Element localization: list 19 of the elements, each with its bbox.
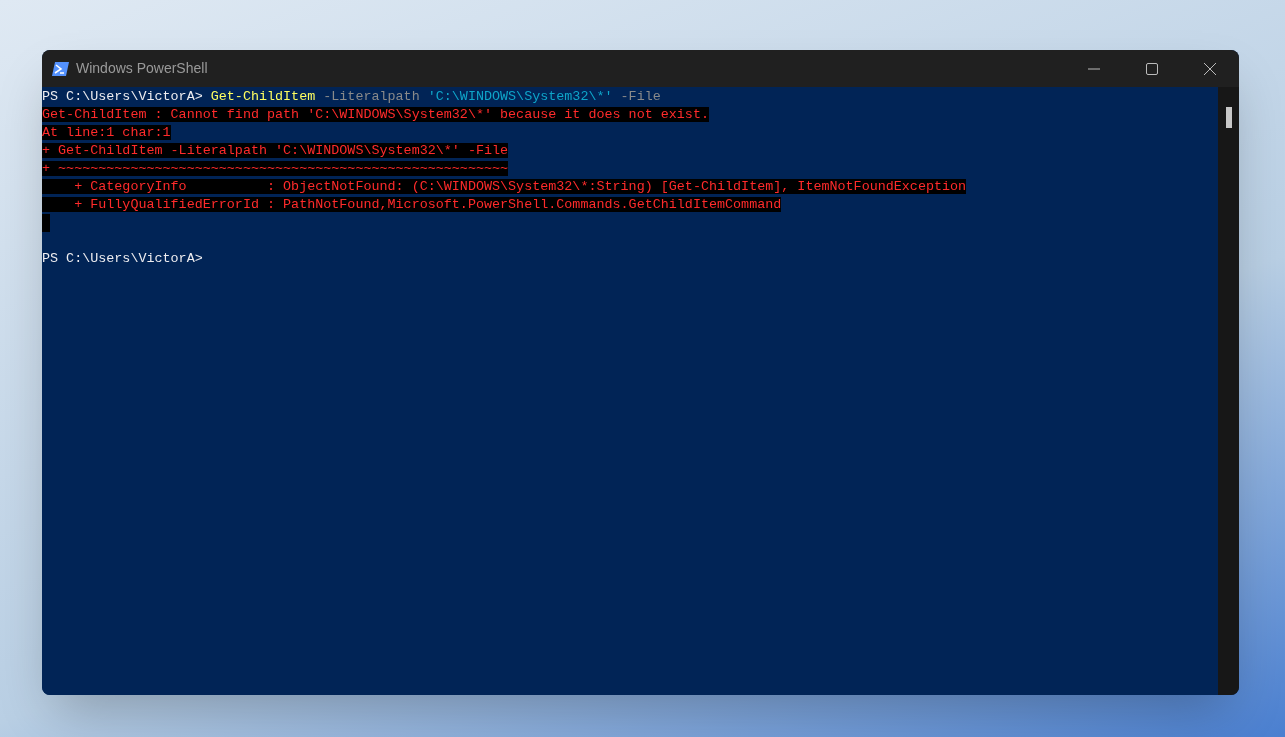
- scrollbar-thumb[interactable]: [1225, 107, 1232, 128]
- prompt-text: PS C:\Users\VictorA>: [42, 251, 203, 266]
- window-title: Windows PowerShell: [76, 59, 208, 78]
- error-text: Get-ChildItem : Cannot find path 'C:\WINDOWS\System32\*' because it does not exist.: [42, 107, 709, 122]
- error-text: + FullyQualifiedErrorId : PathNotFound,Microsoft.PowerShell.Commands.GetChildItemCommand: [42, 197, 782, 212]
- minimize-icon: [1088, 67, 1100, 70]
- parameter-text: -File: [619, 89, 661, 104]
- error-text: + Get-ChildItem -Literalpath 'C:\WINDOWS\System32\*' -File: [42, 143, 509, 158]
- error-text: At line:1 char:1: [42, 125, 171, 140]
- error-line-background: [42, 214, 50, 232]
- error-text: + CategoryInfo : ObjectNotFound: (C:\WINDOWS\System32\*:String) [Get-ChildItem], ItemNotFoundException: [42, 179, 967, 194]
- close-icon: [1204, 62, 1216, 75]
- maximize-icon: [1146, 62, 1158, 75]
- string-text: 'C:\WINDOWS\System32\*': [427, 89, 613, 104]
- powershell-icon: [52, 60, 70, 77]
- command-text: Get-ChildItem: [210, 89, 316, 104]
- parameter-text: -Literalpath: [322, 89, 421, 104]
- prompt-text: PS C:\Users\VictorA>: [42, 89, 204, 104]
- error-text: + ~~~~~~~~~~~~~~~~~~~~~~~~~~~~~~~~~~~~~~~~~~~~~~~~~~~~~~~~: [42, 161, 509, 176]
